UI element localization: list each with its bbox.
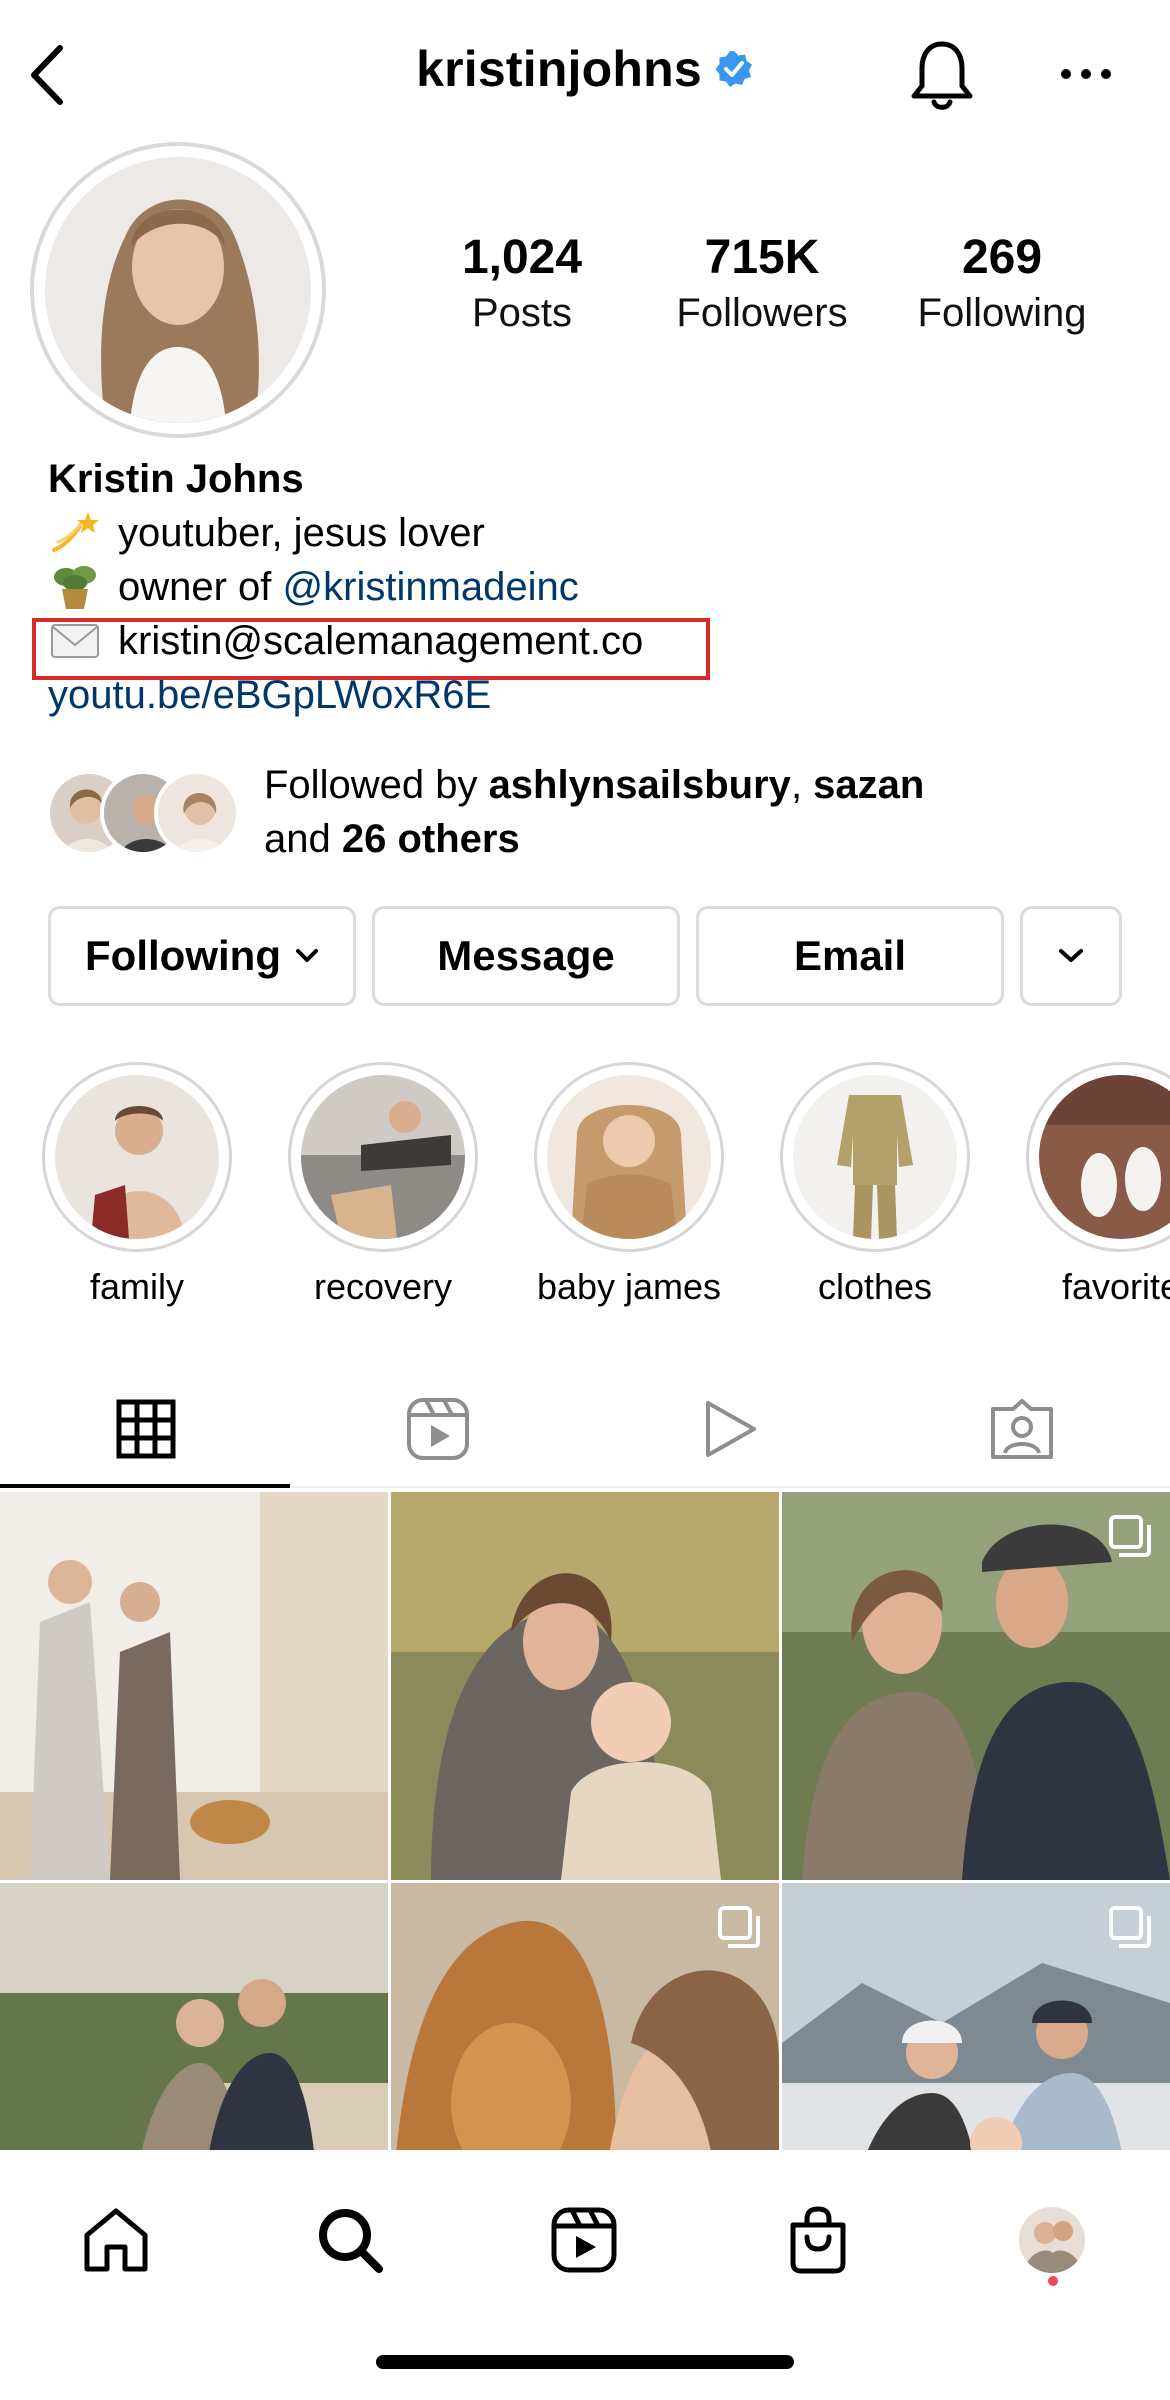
multiple-photos-icon xyxy=(1108,1905,1152,1949)
bio-line-2: owner of @kristinmadeinc xyxy=(48,560,1128,614)
profile-username: kristinjohns xyxy=(416,41,702,97)
shopping-bag-icon xyxy=(785,2205,851,2275)
followed-by-user-2: sazan xyxy=(813,763,925,807)
post-thumbnail[interactable] xyxy=(782,1492,1170,1880)
followers-stat[interactable]: 715K Followers xyxy=(642,230,882,340)
email-button[interactable]: Email xyxy=(696,906,1004,1006)
posts-stat[interactable]: 1,024 Posts xyxy=(402,230,642,340)
notification-bell-icon[interactable] xyxy=(908,38,976,114)
verified-badge-icon xyxy=(714,49,754,89)
bio-text-2-prefix: owner of xyxy=(118,565,283,609)
highlight-ring xyxy=(1026,1062,1170,1252)
highlight-ring xyxy=(780,1062,970,1252)
dizzy-star-icon xyxy=(48,508,102,558)
highlight-label: favorite xyxy=(1061,1266,1170,1307)
highlight-family[interactable]: family xyxy=(42,1062,232,1312)
highlight-ring xyxy=(534,1062,724,1252)
following-label: Following xyxy=(917,291,1087,335)
followed-by-separator: , xyxy=(790,763,814,807)
highlight-ring xyxy=(42,1062,232,1252)
more-options-icon[interactable] xyxy=(1058,56,1114,92)
chevron-down-icon xyxy=(295,948,319,964)
chevron-down-icon xyxy=(1058,948,1084,964)
bio-line-1: youtuber, jesus lover xyxy=(48,506,1128,560)
nav-home[interactable] xyxy=(66,2190,166,2290)
highlight-label: family xyxy=(89,1266,184,1307)
nav-reels[interactable] xyxy=(534,2190,634,2290)
highlight-baby-james[interactable]: baby james xyxy=(534,1062,724,1312)
grid-icon xyxy=(116,1399,176,1459)
profile-bio: Kristin Johns youtuber, jesus lover owne… xyxy=(48,452,1128,722)
mutual-avatar-3 xyxy=(154,770,240,856)
profile-tabs xyxy=(0,1370,1170,1488)
followed-by-and: and xyxy=(264,817,342,861)
reels-icon xyxy=(550,2206,618,2274)
highlight-clothes-thumbnail xyxy=(793,1075,957,1239)
highlight-label: clothes xyxy=(817,1266,933,1307)
following-stat[interactable]: 269 Following xyxy=(882,230,1122,340)
multiple-photos-icon xyxy=(717,1905,761,1949)
profile-username-row: kristinjohns xyxy=(0,40,1170,98)
profile-avatar xyxy=(1017,2205,1087,2275)
message-button-label: Message xyxy=(437,932,615,979)
posts-label: Posts xyxy=(471,291,573,335)
followed-by-prefix: Followed by xyxy=(264,763,489,807)
bio-text-1: youtuber, jesus lover xyxy=(118,511,485,555)
highlight-baby-james-thumbnail xyxy=(547,1075,711,1239)
plant-pot-icon xyxy=(48,562,102,612)
search-icon xyxy=(315,2205,385,2275)
multiple-photos-icon xyxy=(1108,1514,1152,1558)
highlight-ring xyxy=(288,1062,478,1252)
tab-reels[interactable] xyxy=(292,1370,584,1488)
followers-count: 715K xyxy=(704,231,820,284)
highlight-favorite-thumbnail xyxy=(1039,1075,1170,1239)
following-count: 269 xyxy=(961,231,1043,284)
followed-by-user-1: ashlynsailsbury xyxy=(488,763,791,807)
nav-search[interactable] xyxy=(300,2190,400,2290)
profile-avatar[interactable] xyxy=(45,157,311,423)
mutual-followers-avatars[interactable] xyxy=(46,770,246,860)
home-indicator[interactable] xyxy=(376,2355,794,2369)
post-thumbnail[interactable] xyxy=(391,1492,779,1880)
tab-tagged[interactable] xyxy=(876,1370,1168,1488)
active-tab-indicator xyxy=(0,1484,290,1488)
highlight-label: recovery xyxy=(313,1266,453,1307)
nav-shop[interactable] xyxy=(768,2190,868,2290)
tagged-user-icon xyxy=(989,1397,1055,1461)
nav-profile[interactable] xyxy=(1002,2190,1102,2290)
highlight-favorite[interactable]: favorite xyxy=(1026,1062,1170,1312)
following-button-label: Following xyxy=(85,932,281,979)
video-play-icon xyxy=(700,1397,760,1461)
email-highlight-box xyxy=(32,618,710,680)
home-icon xyxy=(81,2207,151,2273)
followed-by-others: 26 others xyxy=(341,817,520,861)
followed-by-text[interactable]: Followed by ashlynsailsbury, sazan and 2… xyxy=(264,758,924,866)
highlight-family-thumbnail xyxy=(55,1075,219,1239)
reels-icon xyxy=(406,1397,470,1461)
highlight-recovery[interactable]: recovery xyxy=(288,1062,478,1312)
profile-full-name: Kristin Johns xyxy=(48,457,304,501)
notification-dot xyxy=(1048,2276,1058,2286)
following-button[interactable]: Following xyxy=(48,906,356,1006)
email-button-label: Email xyxy=(793,932,907,979)
highlight-recovery-thumbnail xyxy=(301,1075,465,1239)
suggested-accounts-button[interactable] xyxy=(1020,906,1122,1006)
tab-videos[interactable] xyxy=(584,1370,876,1488)
message-button[interactable]: Message xyxy=(372,906,680,1006)
bio-mention-link[interactable]: @kristinmadeinc xyxy=(283,560,579,614)
posts-count: 1,024 xyxy=(461,231,583,284)
post-thumbnail[interactable] xyxy=(0,1492,388,1880)
tab-posts-grid[interactable] xyxy=(0,1370,292,1488)
profile-header: kristinjohns xyxy=(0,0,1170,150)
highlight-clothes[interactable]: clothes xyxy=(780,1062,970,1312)
highlight-label: baby james xyxy=(536,1266,722,1307)
followers-label: Followers xyxy=(676,291,848,335)
